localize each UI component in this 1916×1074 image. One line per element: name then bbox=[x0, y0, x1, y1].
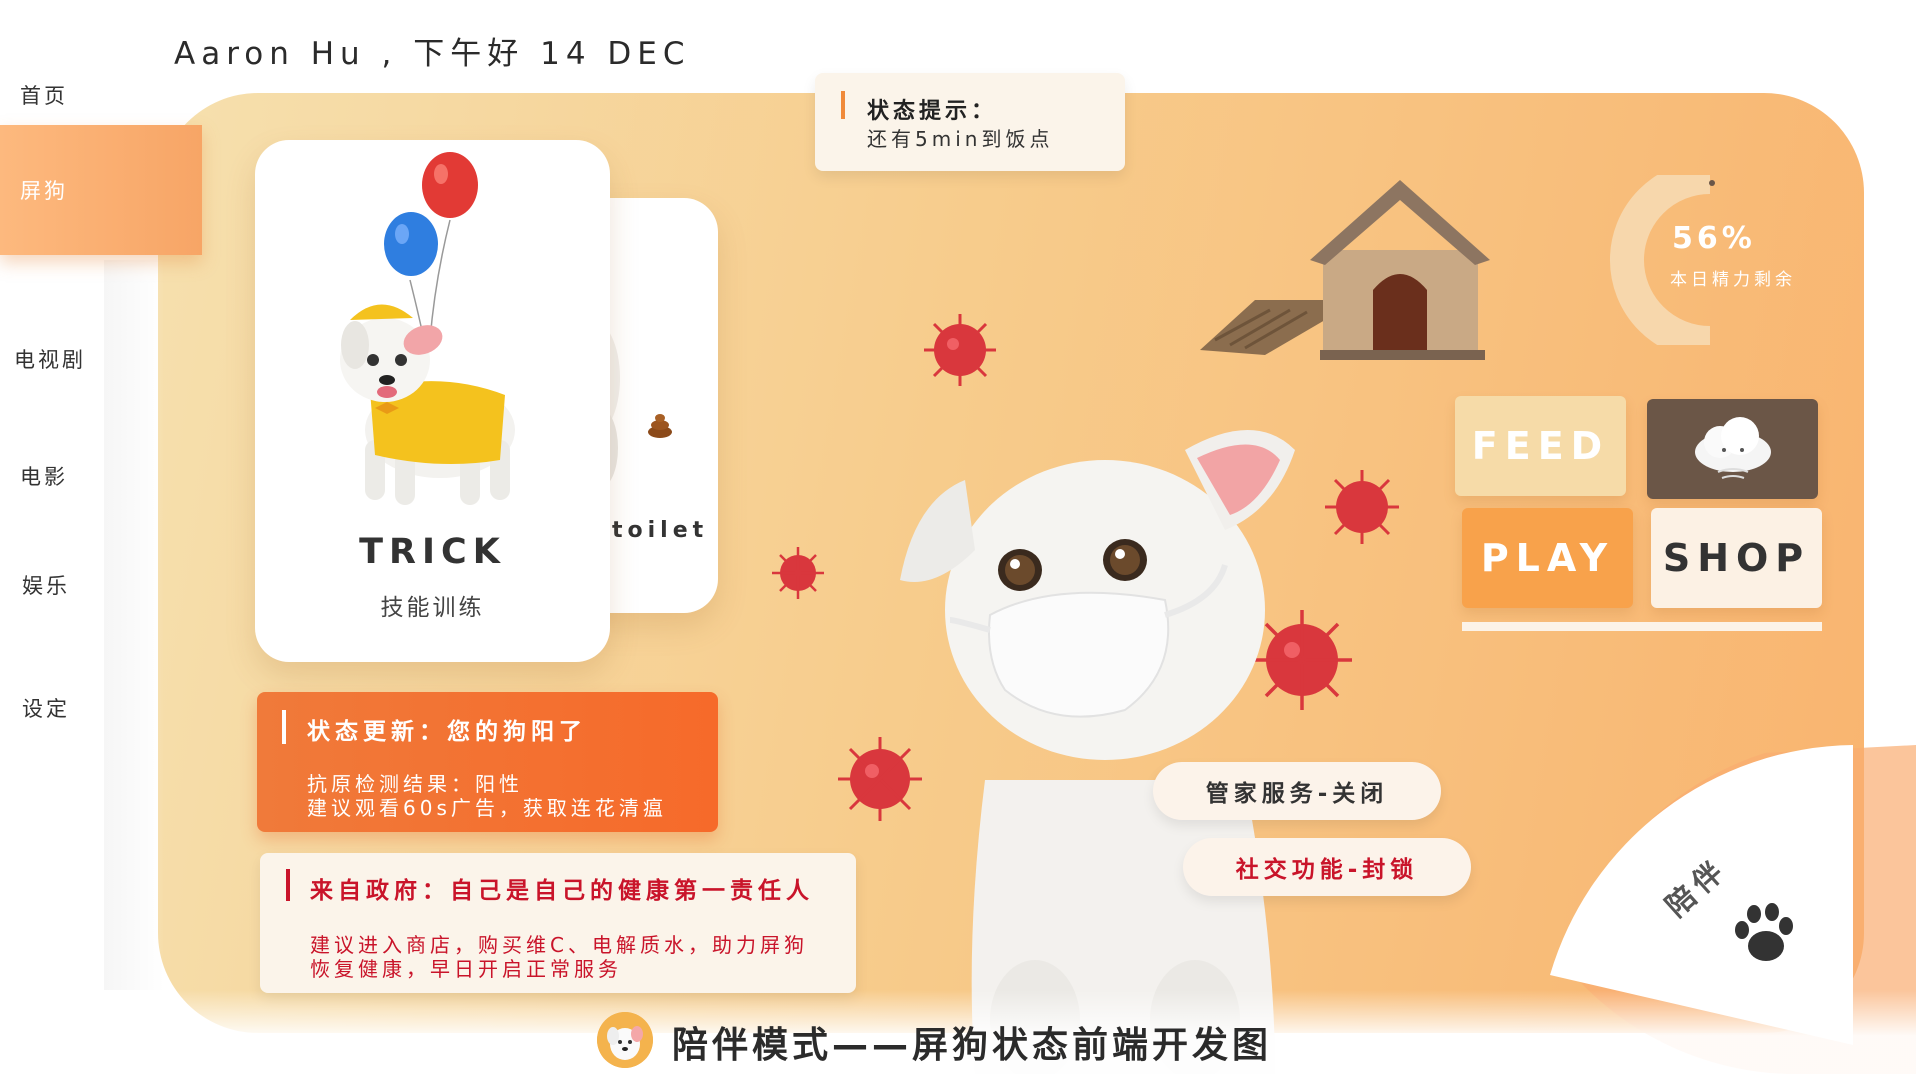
card-trick-title: TRICK bbox=[359, 532, 506, 572]
energy-gauge: 56% 本日精力剩余 bbox=[1590, 175, 1792, 345]
energy-value: 56% bbox=[1672, 221, 1756, 256]
energy-ring bbox=[1610, 175, 1715, 345]
button-group-underline bbox=[1462, 622, 1822, 631]
sidebar-item-pingou[interactable]: 屏狗 bbox=[0, 125, 202, 255]
dog-balloon-illustration bbox=[340, 152, 515, 505]
dog-avatar-icon bbox=[597, 1012, 653, 1068]
sidebar-item-entertainment[interactable]: 娱乐 bbox=[0, 570, 100, 600]
footer-title: 陪伴模式——屏狗状态前端开发图 bbox=[672, 1025, 1273, 1066]
accent-bar bbox=[282, 710, 286, 744]
virus-icon bbox=[772, 547, 824, 599]
alert-gov-title: 来自政府：自己是自己的健康第一责任人 bbox=[310, 878, 814, 904]
social-feature-toggle[interactable]: 社交功能-封锁 bbox=[1183, 838, 1471, 896]
cloud-icon bbox=[1694, 417, 1771, 479]
dog-avatar bbox=[597, 1012, 653, 1068]
paw-icon[interactable] bbox=[1728, 900, 1798, 970]
alert-update-title: 状态更新：您的狗阳了 bbox=[307, 719, 587, 745]
virus-icon bbox=[924, 314, 996, 386]
sidebar-item-movies[interactable]: 电影 bbox=[0, 461, 100, 491]
weather-button[interactable] bbox=[1647, 399, 1818, 499]
alert-update-line2: 建议观看60s广告，获取连花清瘟 bbox=[307, 796, 667, 820]
sidebar: 首页 屏狗 电视剧 电影 娱乐 设定 bbox=[0, 0, 205, 1074]
alert-status-update[interactable]: 状态更新：您的狗阳了 抗原检测结果：阳性 建议观看60s广告，获取连花清瘟 bbox=[257, 692, 718, 832]
sidebar-item-home[interactable]: 首页 bbox=[0, 80, 100, 110]
masked-dog-illustration bbox=[900, 430, 1295, 1074]
butler-service-toggle[interactable]: 管家服务-关闭 bbox=[1153, 762, 1441, 820]
accent-bar bbox=[841, 91, 845, 119]
accent-bar bbox=[286, 869, 290, 901]
sidebar-item-label: 屏狗 bbox=[20, 179, 68, 203]
energy-label: 本日精力剩余 bbox=[1670, 270, 1796, 290]
card-toilet-label: toilet bbox=[612, 518, 709, 543]
greeting-text: Aaron Hu , 下午好 14 DEC bbox=[174, 36, 691, 72]
sidebar-item-tv-series[interactable]: 电视剧 bbox=[0, 344, 100, 374]
alert-government[interactable]: 来自政府：自己是自己的健康第一责任人 建议进入商店，购买维C、电解质水，助力屏狗… bbox=[260, 853, 856, 993]
status-tip: 状态提示： 还有5min到饭点 bbox=[815, 73, 1125, 171]
card-trick[interactable]: TRICK 技能训练 bbox=[255, 140, 610, 662]
status-tip-body: 还有5min到饭点 bbox=[867, 127, 1054, 151]
doghouse-illustration bbox=[1200, 180, 1490, 360]
alert-gov-line2: 恢复健康，早日开启正常服务 bbox=[310, 957, 622, 981]
status-tip-title: 状态提示： bbox=[867, 99, 998, 124]
shop-button[interactable]: SHOP bbox=[1651, 508, 1822, 608]
sidebar-item-settings[interactable]: 设定 bbox=[0, 693, 100, 723]
feed-button[interactable]: FEED bbox=[1455, 396, 1626, 496]
card-trick-subtitle: 技能训练 bbox=[380, 595, 485, 621]
play-button[interactable]: PLAY bbox=[1462, 508, 1633, 608]
